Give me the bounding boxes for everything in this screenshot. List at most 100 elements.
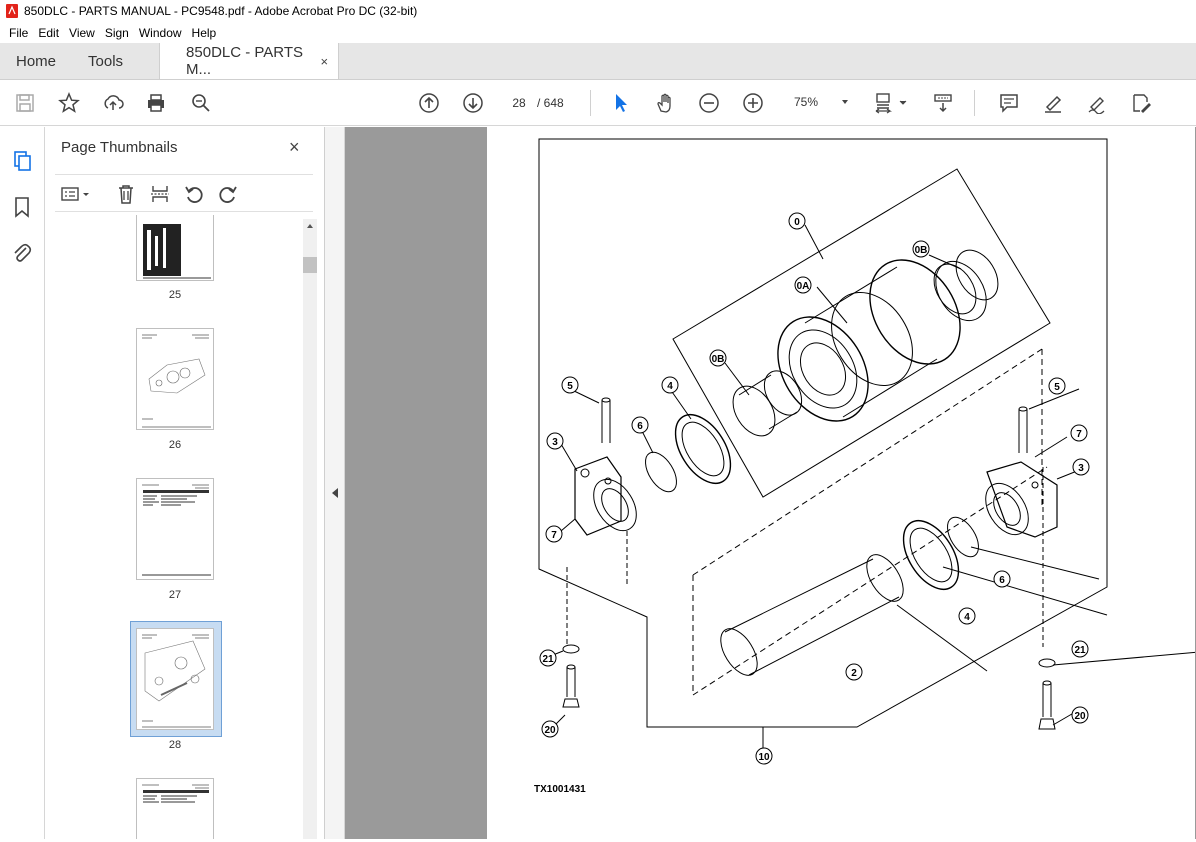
document-viewer[interactable]: 0 0A 0B 0B 2 3 3 4 4 5 5 6 6 7 7 10 20 2… [345, 127, 1196, 839]
zoom-select[interactable]: 75% [790, 90, 854, 114]
callout-6: 6 [631, 416, 649, 434]
tab-document-label: 850DLC - PARTS M... [186, 44, 304, 78]
acrobat-pdf-icon [6, 4, 18, 18]
panel-title: Page Thumbnails [61, 139, 178, 156]
svg-text:5: 5 [1054, 382, 1060, 393]
svg-text:0B: 0B [712, 354, 725, 365]
save-icon[interactable] [12, 90, 38, 116]
toolbar-divider [974, 90, 975, 116]
page-up-icon[interactable] [416, 90, 442, 116]
thumbnail-page[interactable] [136, 778, 214, 839]
scroll-up-icon[interactable] [303, 219, 317, 233]
attachment-icon[interactable] [10, 241, 34, 265]
exploded-parts-diagram: 0 0A 0B 0B 2 3 3 4 4 5 5 6 6 7 7 10 20 2… [538, 138, 1196, 765]
svg-text:4: 4 [667, 381, 673, 392]
comment-icon[interactable] [996, 90, 1022, 116]
thumbnail-label: 25 [168, 289, 182, 301]
menu-window[interactable]: Window [134, 26, 187, 40]
thumbnail-options-icon[interactable] [59, 183, 93, 205]
page-down-icon[interactable] [460, 90, 486, 116]
toolbar-divider [590, 90, 591, 116]
svg-text:21: 21 [542, 654, 554, 665]
tab-document[interactable]: 850DLC - PARTS M... × [159, 43, 340, 79]
svg-text:0A: 0A [797, 281, 810, 292]
callout-20: 20 [541, 720, 559, 738]
svg-text:6: 6 [637, 421, 643, 432]
bookmark-icon[interactable] [10, 195, 34, 219]
select-cursor-icon[interactable] [608, 90, 634, 116]
rotate-right-icon[interactable] [217, 183, 239, 205]
callout-5: 5 [1048, 377, 1066, 395]
title-bar: 850DLC - PARTS MANUAL - PC9548.pdf - Ado… [0, 0, 1196, 22]
sign-icon[interactable] [1084, 90, 1110, 116]
page-number-input[interactable]: 28 [505, 90, 533, 114]
zoom-out-icon[interactable] [696, 90, 722, 116]
tab-close-icon[interactable]: × [320, 54, 328, 69]
thumbnail-label: 26 [168, 439, 182, 451]
svg-text:3: 3 [1078, 463, 1084, 474]
left-rail [0, 127, 45, 839]
thumbnail-page[interactable] [136, 478, 214, 580]
thumbnail-scrollbar[interactable] [303, 219, 317, 839]
tab-home[interactable]: Home [0, 43, 72, 79]
svg-text:6: 6 [999, 575, 1005, 586]
tab-tools[interactable]: Tools [72, 43, 139, 79]
callout-0: 0 [788, 212, 806, 230]
menu-sign[interactable]: Sign [100, 26, 134, 40]
thumbnail-page[interactable] [136, 328, 214, 430]
svg-text:4: 4 [964, 612, 970, 623]
callout-4: 4 [958, 607, 976, 625]
rotate-left-icon[interactable] [183, 183, 205, 205]
callout-6: 6 [993, 570, 1011, 588]
callout-3: 3 [1072, 458, 1090, 476]
svg-text:7: 7 [1076, 429, 1082, 440]
callout-10: 10 [755, 747, 773, 765]
callout-0b: 0B [709, 349, 727, 367]
panel-collapse-handle[interactable] [325, 127, 345, 839]
thumbnail-page[interactable] [136, 215, 214, 281]
callout-21: 21 [539, 649, 557, 667]
page-thumbnails-icon[interactable] [10, 149, 34, 173]
menu-edit[interactable]: Edit [33, 26, 64, 40]
thumbnail-list: 25 26 27 28 [45, 215, 303, 839]
print-icon[interactable] [143, 90, 169, 116]
menu-file[interactable]: File [4, 26, 33, 40]
panel-close-icon[interactable]: × [289, 137, 300, 158]
chevron-down-icon [842, 100, 848, 104]
panel-toolbar [55, 174, 313, 212]
svg-text:20: 20 [544, 725, 556, 736]
extract-page-icon[interactable] [149, 183, 171, 205]
scroll-mode-icon[interactable] [930, 90, 956, 116]
menu-help[interactable]: Help [187, 26, 222, 40]
callout-7: 7 [545, 525, 563, 543]
zoom-value: 75% [794, 95, 819, 109]
callout-21: 21 [1071, 640, 1089, 658]
svg-text:5: 5 [567, 381, 573, 392]
main-toolbar [0, 80, 1196, 126]
delete-page-icon[interactable] [115, 183, 137, 205]
thumbnails-panel: Page Thumbnails × 25 26 27 28 [45, 127, 325, 839]
svg-text:0B: 0B [915, 245, 928, 256]
upload-icon[interactable] [100, 90, 126, 116]
svg-text:0: 0 [794, 217, 800, 228]
zoom-in-icon[interactable] [740, 90, 766, 116]
svg-text:3: 3 [552, 437, 558, 448]
thumbnail-label: 27 [168, 589, 182, 601]
hand-icon[interactable] [652, 90, 678, 116]
menu-view[interactable]: View [64, 26, 100, 40]
callout-3: 3 [546, 432, 564, 450]
highlight-icon[interactable] [1040, 90, 1066, 116]
scrollbar-thumb[interactable] [303, 257, 317, 273]
callout-0a: 0A [794, 276, 812, 294]
search-icon[interactable] [188, 90, 214, 116]
svg-text:7: 7 [551, 530, 557, 541]
figure-code: TX1001431 [534, 784, 586, 795]
thumbnail-page-selected[interactable] [136, 628, 214, 730]
star-icon[interactable] [56, 90, 82, 116]
edit-pdf-icon[interactable] [1128, 90, 1154, 116]
callout-20: 20 [1071, 706, 1089, 724]
fit-page-icon[interactable] [872, 90, 910, 116]
svg-text:21: 21 [1074, 645, 1086, 656]
collapse-left-icon[interactable] [330, 487, 340, 499]
callout-5: 5 [561, 376, 579, 394]
